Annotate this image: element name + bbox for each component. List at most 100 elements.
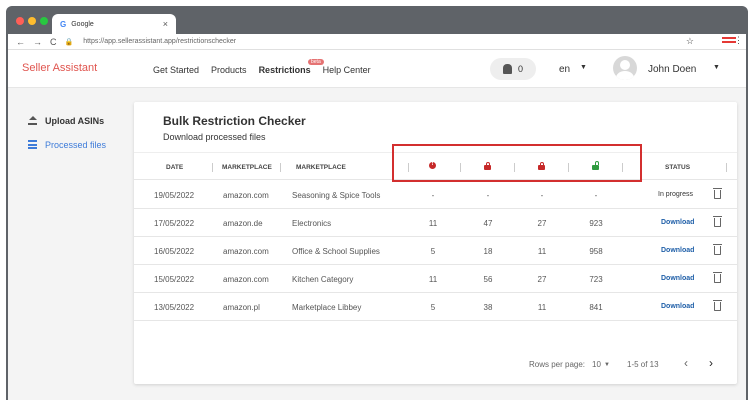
row-date: 15/05/2022 bbox=[154, 275, 195, 284]
lock-icon: 🔒 bbox=[64, 38, 74, 46]
nav-get-started[interactable]: Get Started bbox=[153, 65, 199, 75]
column-divider bbox=[280, 163, 281, 172]
google-icon: G bbox=[60, 19, 67, 29]
tab-close-icon[interactable]: × bbox=[163, 19, 168, 29]
brand-logo[interactable]: Seller Assistant bbox=[22, 62, 97, 74]
trash-icon[interactable] bbox=[713, 188, 722, 199]
bell-icon bbox=[502, 64, 512, 74]
sidebar: Upload ASINs Processed files bbox=[28, 116, 106, 165]
main-nav: Get Started Products Restrictions Help C… bbox=[153, 65, 371, 75]
row-category: Marketplace Libbey bbox=[292, 303, 362, 312]
back-icon[interactable]: ← bbox=[16, 37, 25, 47]
app-header: Seller Assistant Get Started Products Re… bbox=[8, 50, 746, 88]
row-unrestricted-count: 723 bbox=[589, 275, 603, 284]
rows-per-page-label: Rows per page: bbox=[529, 360, 586, 369]
row-unrestricted-count: 958 bbox=[589, 247, 603, 256]
column-date[interactable]: DATE bbox=[166, 164, 183, 171]
row-date: 19/05/2022 bbox=[154, 191, 195, 200]
menu-kebab-icon[interactable]: ⋮ bbox=[734, 35, 743, 46]
tab-strip: G Google × bbox=[8, 8, 746, 34]
table-row[interactable]: 19/05/2022 amazon.com Seasoning & Spice … bbox=[134, 181, 737, 209]
content-area: Upload ASINs Processed files Bulk Restri… bbox=[8, 88, 746, 400]
chevron-down-icon[interactable]: ▼ bbox=[580, 64, 587, 71]
row-alert-count: 5 bbox=[430, 303, 436, 312]
row-marketplace: amazon.com bbox=[223, 191, 269, 200]
address-bar: ← → C 🔒 https://app.sellerassistant.app/… bbox=[8, 34, 746, 50]
row-unrestricted-count: 923 bbox=[589, 219, 603, 228]
row-category: Electronics bbox=[292, 219, 332, 228]
maximize-window-dot[interactable] bbox=[40, 17, 48, 25]
column-divider bbox=[726, 163, 727, 172]
download-link[interactable]: Download bbox=[661, 275, 694, 282]
row-alert-count: - bbox=[431, 191, 435, 200]
browser-tab[interactable]: G Google × bbox=[52, 14, 176, 34]
column-category[interactable]: MARKETPLACE bbox=[296, 164, 346, 171]
next-page-icon[interactable]: › bbox=[709, 356, 713, 370]
rows-per-page-select[interactable]: 10 bbox=[592, 360, 601, 369]
row-date: 16/05/2022 bbox=[154, 247, 195, 256]
notifications-button[interactable]: 0 bbox=[490, 58, 536, 80]
reload-icon[interactable]: C bbox=[50, 37, 57, 47]
column-divider bbox=[212, 163, 213, 172]
row-marketplace: amazon.pl bbox=[223, 303, 260, 312]
row-date: 13/05/2022 bbox=[154, 303, 195, 312]
row-restricted-count-2: 27 bbox=[537, 219, 547, 228]
restriction-columns-highlight bbox=[392, 144, 642, 182]
user-menu-chevron-icon[interactable]: ▼ bbox=[713, 64, 720, 71]
row-restricted-count: 18 bbox=[483, 247, 493, 256]
user-name[interactable]: John Doen bbox=[648, 64, 696, 75]
notification-count: 0 bbox=[517, 64, 523, 74]
restriction-checker-card: Bulk Restriction Checker Download proces… bbox=[134, 102, 737, 384]
row-restricted-count-2: 11 bbox=[537, 247, 547, 256]
row-alert-count: 11 bbox=[428, 219, 438, 228]
avatar[interactable] bbox=[613, 56, 637, 80]
column-status[interactable]: STATUS bbox=[665, 164, 690, 171]
forward-icon[interactable]: → bbox=[33, 37, 42, 47]
rows-per-page-chevron-icon[interactable]: ▼ bbox=[604, 362, 610, 368]
row-unrestricted-count: - bbox=[594, 191, 598, 200]
table-row[interactable]: 13/05/2022 amazon.pl Marketplace Libbey … bbox=[134, 293, 737, 321]
minimize-window-dot[interactable] bbox=[28, 17, 36, 25]
close-window-dot[interactable] bbox=[16, 17, 24, 25]
trash-icon[interactable] bbox=[713, 216, 722, 227]
row-marketplace: amazon.de bbox=[223, 219, 263, 228]
row-restricted-count: 47 bbox=[483, 219, 493, 228]
row-status: In progress bbox=[658, 191, 694, 198]
table-row[interactable]: 15/05/2022 amazon.com Kitchen Category 1… bbox=[134, 265, 737, 293]
table-row[interactable]: 16/05/2022 amazon.com Office & School Su… bbox=[134, 237, 737, 265]
row-restricted-count-2: 27 bbox=[537, 275, 547, 284]
sidebar-item-upload-asins[interactable]: Upload ASINs bbox=[28, 116, 106, 126]
sidebar-item-label: Upload ASINs bbox=[45, 116, 105, 126]
row-restricted-count-2: 11 bbox=[537, 303, 547, 312]
row-category: Office & School Supplies bbox=[292, 247, 380, 256]
nav-help-center[interactable]: Help Center bbox=[323, 65, 371, 75]
page-range: 1-5 of 13 bbox=[627, 360, 659, 369]
row-restricted-count: 38 bbox=[483, 303, 493, 312]
upload-icon bbox=[28, 116, 37, 126]
prev-page-icon[interactable]: ‹ bbox=[684, 356, 688, 370]
sidebar-item-processed-files[interactable]: Processed files bbox=[28, 140, 106, 151]
download-link[interactable]: Download bbox=[661, 247, 694, 254]
nav-products[interactable]: Products bbox=[211, 65, 247, 75]
row-date: 17/05/2022 bbox=[154, 219, 195, 228]
row-unrestricted-count: 841 bbox=[589, 303, 603, 312]
column-marketplace[interactable]: MARKETPLACE bbox=[222, 164, 272, 171]
row-category: Kitchen Category bbox=[292, 275, 354, 284]
row-restricted-count: - bbox=[486, 191, 490, 200]
page-subtitle: Download processed files bbox=[163, 132, 266, 142]
trash-icon[interactable] bbox=[713, 244, 722, 255]
trash-icon[interactable] bbox=[713, 300, 722, 311]
bookmark-star-icon[interactable]: ☆ bbox=[686, 36, 694, 47]
nav-restrictions[interactable]: Restrictions bbox=[259, 65, 311, 75]
download-link[interactable]: Download bbox=[661, 303, 694, 310]
url-field[interactable]: https://app.sellerassistant.app/restrict… bbox=[83, 38, 236, 45]
language-select[interactable]: en bbox=[559, 64, 570, 75]
table-row[interactable]: 17/05/2022 amazon.de Electronics 11 47 2… bbox=[134, 209, 737, 237]
beta-badge: beta bbox=[308, 59, 324, 65]
tab-title: Google bbox=[71, 20, 94, 28]
row-marketplace: amazon.com bbox=[223, 275, 269, 284]
row-alert-count: 11 bbox=[428, 275, 438, 284]
download-link[interactable]: Download bbox=[661, 219, 694, 226]
trash-icon[interactable] bbox=[713, 272, 722, 283]
row-restricted-count-2: - bbox=[540, 191, 544, 200]
